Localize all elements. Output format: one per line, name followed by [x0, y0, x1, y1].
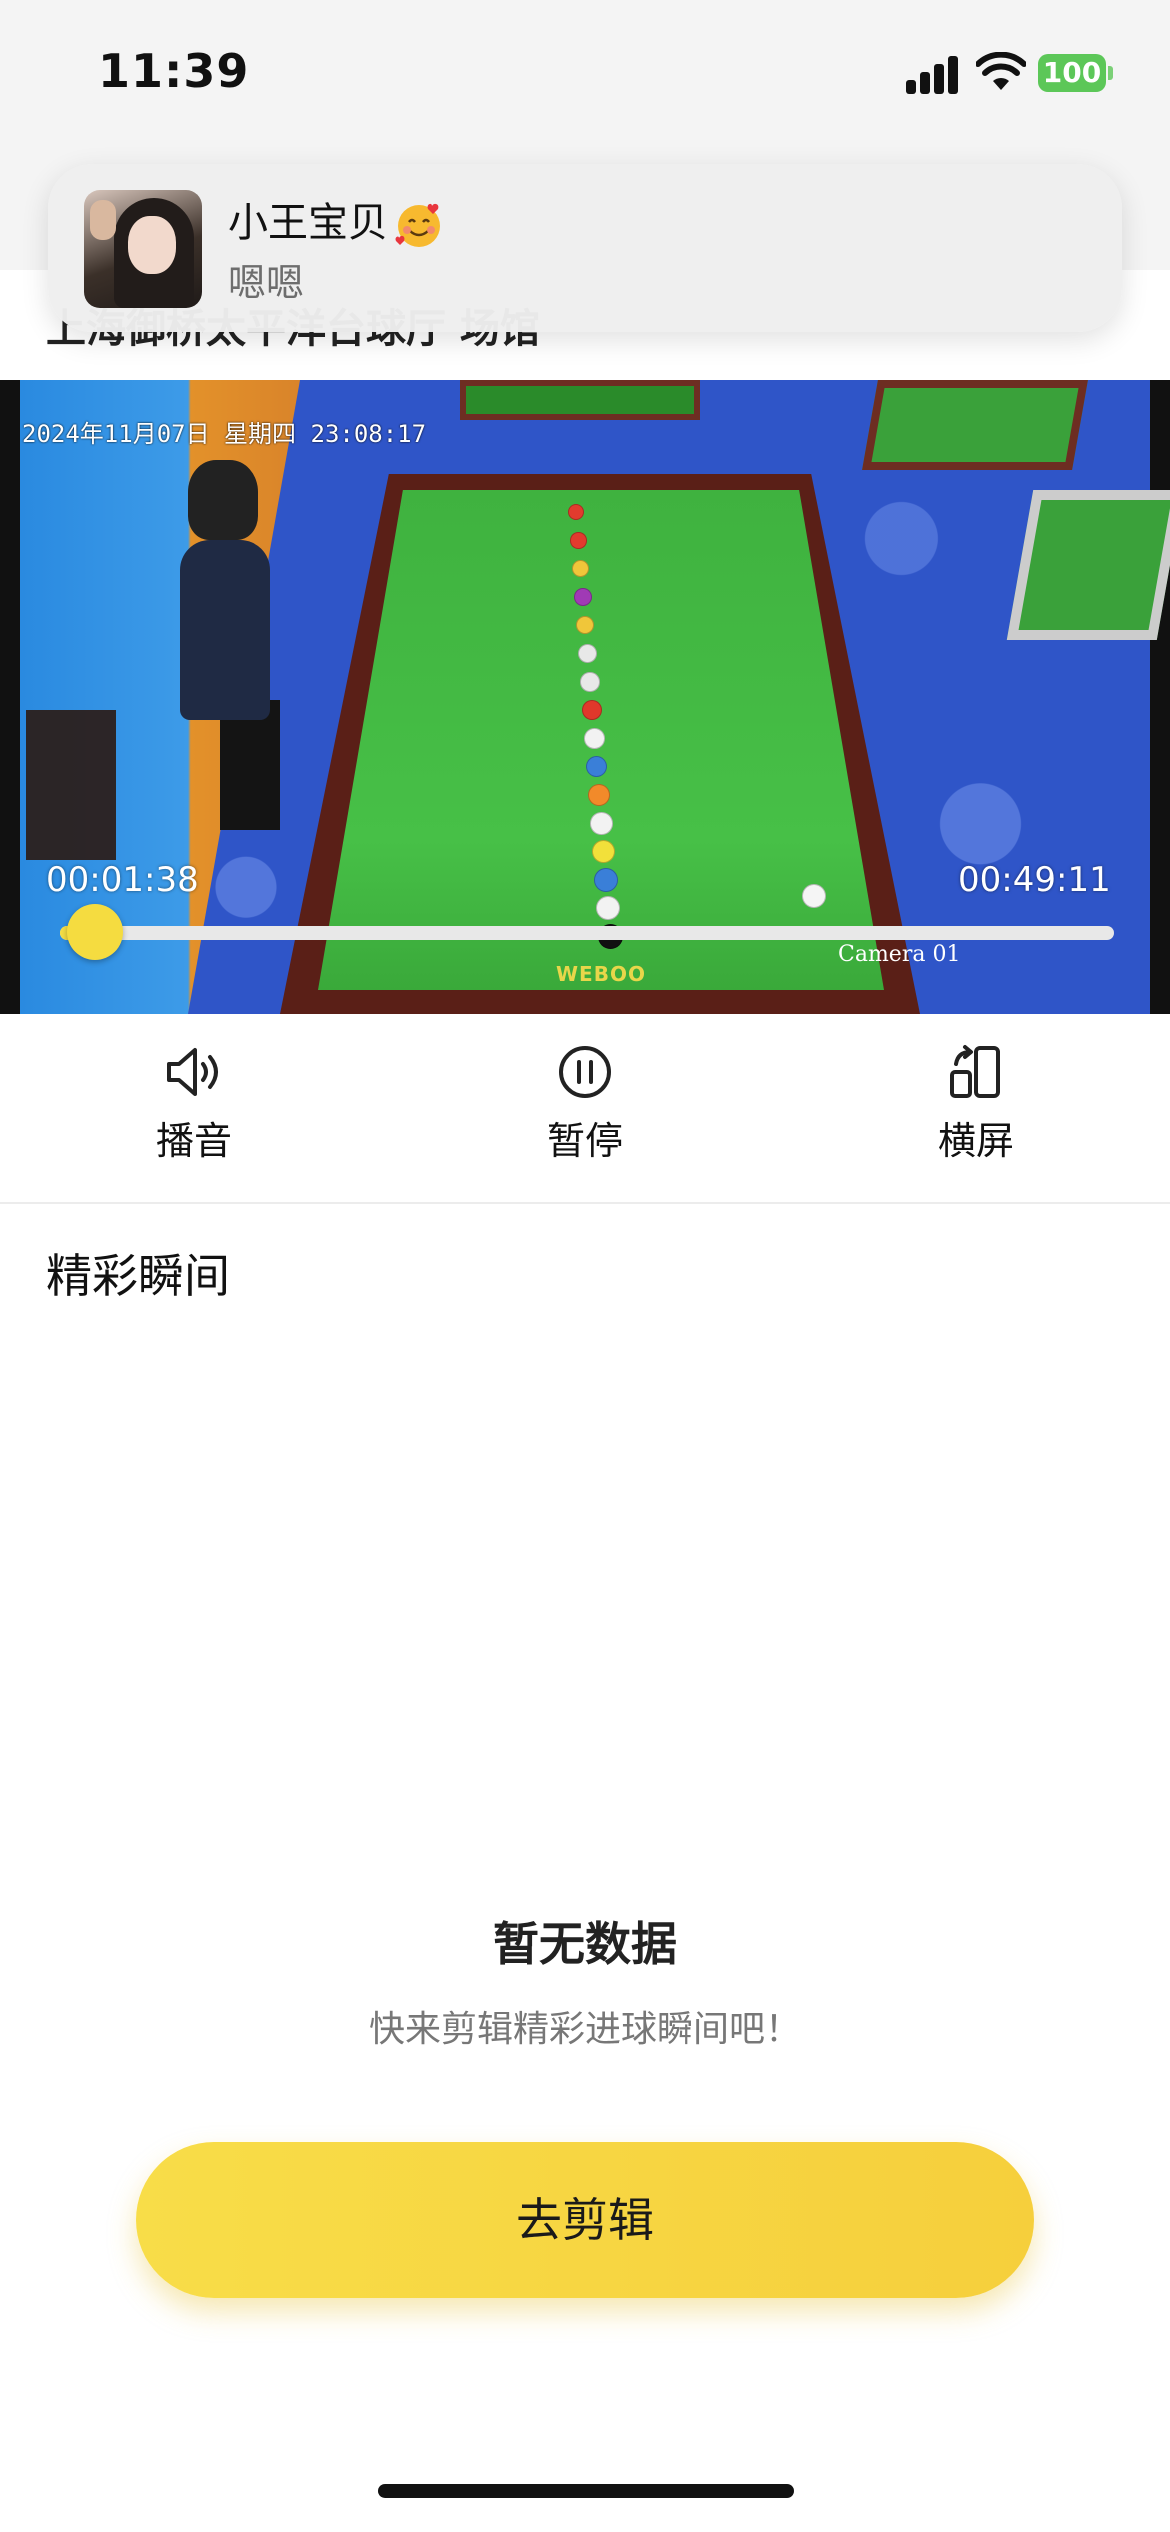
landscape-button[interactable]: 横屏 — [876, 1044, 1076, 1165]
speaker-icon — [167, 1048, 218, 1096]
sender-name: 小王宝贝 — [228, 200, 388, 246]
pause-button[interactable]: 暂停 — [485, 1044, 685, 1165]
landscape-button-label: 横屏 — [937, 1119, 1014, 1163]
audio-button[interactable]: 播音 — [94, 1044, 294, 1165]
status-time: 11:39 — [98, 44, 250, 98]
audio-button-label: 播音 — [155, 1119, 232, 1163]
empty-state-subtitle: 快来剪辑精彩进球瞬间吧！ — [368, 2009, 801, 2050]
player-controls: 播音 暂停 横屏 — [0, 1014, 1170, 1204]
rotate-screen-icon — [950, 1045, 1000, 1098]
cellular-signal-icon — [906, 56, 960, 94]
current-time: 00:01:38 — [46, 860, 199, 900]
total-time: 00:49:11 — [958, 860, 1111, 900]
battery-icon: 100 — [1038, 54, 1106, 92]
avatar — [84, 190, 202, 308]
notification-message: 嗯嗯 — [228, 261, 305, 305]
home-indicator[interactable] — [378, 2484, 794, 2498]
battery-tip — [1108, 66, 1113, 80]
seek-bar-handle[interactable] — [66, 904, 123, 960]
video-timestamp-overlay: 2024年11月07日 星期四 23:08:17 — [22, 420, 427, 448]
pause-button-label: 暂停 — [546, 1119, 623, 1163]
smiling-face-with-hearts-icon — [395, 203, 440, 247]
highlights-title: 精彩瞬间 — [46, 1249, 230, 1303]
empty-state-title: 暂无数据 — [493, 1917, 677, 1971]
video-player[interactable]: 2024年11月07日 星期四 23:08:17 Camera 01 WEBOO… — [0, 380, 1170, 1014]
camera-label: Camera 01 — [838, 942, 961, 967]
go-edit-button[interactable]: 去剪辑 — [136, 2142, 1034, 2298]
table-brand: WEBOO — [556, 962, 646, 986]
notification-sender: 小王宝贝 — [228, 190, 444, 250]
seek-bar[interactable] — [60, 926, 1114, 940]
pause-icon — [559, 1046, 611, 1098]
message-notification[interactable]: 小王宝贝 嗯嗯 — [48, 164, 1122, 332]
wifi-icon — [976, 52, 1026, 90]
